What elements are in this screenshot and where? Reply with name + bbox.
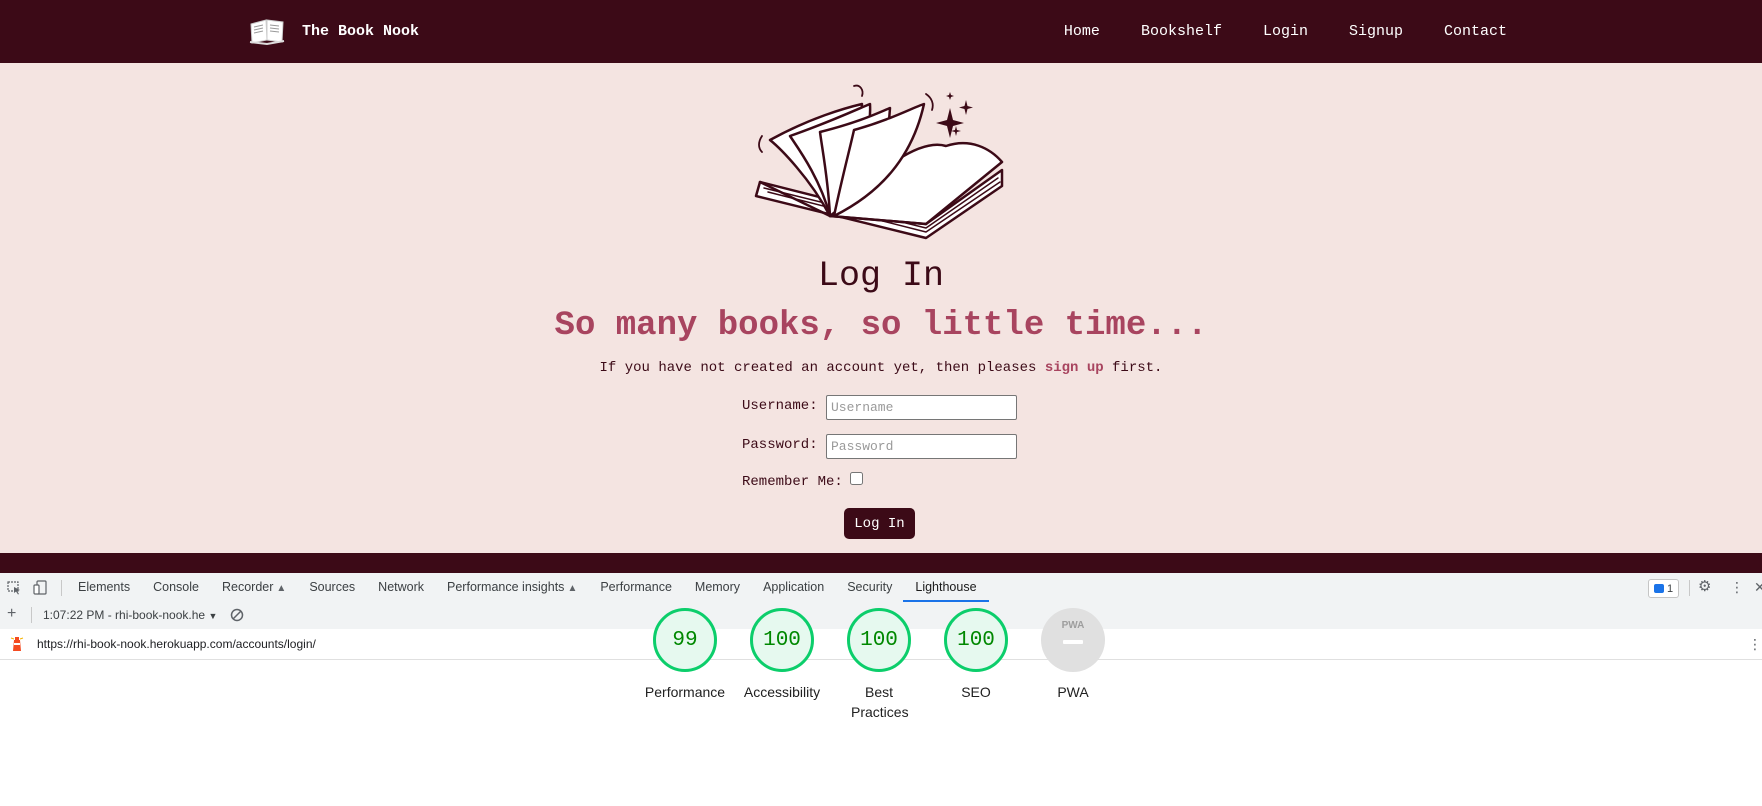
score-gauge-best-practices[interactable]: 100 <box>847 608 911 672</box>
close-devtools-icon[interactable]: ✕ <box>1754 580 1762 594</box>
tab-recorder[interactable]: Recorder ▲ <box>222 573 286 602</box>
site-footer <box>0 553 1762 573</box>
issues-badge[interactable]: 1 <box>1648 579 1680 598</box>
tab-recorder-label: Recorder <box>221 580 274 594</box>
pwa-not-applicable-dash <box>1063 640 1083 644</box>
remember-me-label: Remember Me: <box>742 474 843 490</box>
toolbar-separator <box>31 607 32 623</box>
experiment-flask-icon: ▲ <box>276 583 287 594</box>
more-options-icon[interactable]: ⋮ <box>1730 580 1744 594</box>
score-gauge-performance[interactable]: 99 <box>653 608 717 672</box>
tab-application[interactable]: Application <box>763 573 824 602</box>
tab-lighthouse[interactable]: Lighthouse <box>903 573 989 602</box>
score-label-performance: Performance <box>644 684 726 700</box>
score-label-pwa: PWA <box>1057 684 1089 700</box>
tab-elements[interactable]: Elements <box>78 573 130 602</box>
book-logo-icon <box>249 19 285 46</box>
open-book-illustration <box>754 84 1004 240</box>
brand[interactable]: The Book Nook <box>248 14 419 48</box>
remember-me-checkbox[interactable] <box>850 472 863 485</box>
experiment-flask-icon: ▲ <box>567 583 578 594</box>
tab-sources[interactable]: Sources <box>309 573 355 602</box>
score-label-accessibility: Accessibility <box>743 684 821 700</box>
score-label-best-practices: Best Practices <box>851 684 909 720</box>
issues-count: 1 <box>1667 582 1674 595</box>
tab-network[interactable]: Network <box>378 573 424 602</box>
inspect-element-icon[interactable] <box>7 581 22 597</box>
password-input[interactable] <box>826 434 1017 459</box>
devtools-tabbar: Elements Console Recorder ▲ Sources Netwo… <box>0 573 1762 603</box>
lighthouse-icon <box>10 636 24 654</box>
signup-link[interactable]: sign up <box>1045 360 1104 376</box>
tab-performance[interactable]: Performance <box>600 573 672 602</box>
intro-prefix: If you have not created an account yet, … <box>599 360 1037 376</box>
nav-link-bookshelf[interactable]: Bookshelf <box>1141 23 1222 40</box>
clear-reports-icon[interactable] <box>230 608 244 624</box>
nav-links: Home Bookshelf Login Signup Contact <box>1064 0 1507 63</box>
tagline: So many books, so little time... <box>554 307 1208 345</box>
chevron-down-icon: ▼ <box>208 611 218 621</box>
nav-link-signup[interactable]: Signup <box>1349 23 1403 40</box>
tab-performance-insights-label: Performance insights <box>447 580 565 594</box>
score-circle: 99 <box>653 608 717 672</box>
page-title: Log In <box>817 256 945 296</box>
score-value: 99 <box>672 628 698 652</box>
toolbar-separator <box>61 580 62 596</box>
nav-link-home[interactable]: Home <box>1064 23 1100 40</box>
score-gauge-accessibility[interactable]: 100 <box>750 608 814 672</box>
devtools-tabs: Elements Console Recorder ▲ Sources Netwo… <box>78 573 1000 602</box>
url-more-options-icon[interactable]: ⋮ <box>1748 637 1762 651</box>
login-submit-button[interactable]: Log In <box>844 508 915 539</box>
nav-link-login[interactable]: Login <box>1263 23 1308 40</box>
password-label: Password: <box>742 437 818 453</box>
score-value: 100 <box>860 628 898 652</box>
score-circle: 100 <box>750 608 814 672</box>
report-selector-label: 1:07:22 PM - rhi-book-nook.he <box>43 608 206 622</box>
toolbar-separator <box>1689 580 1690 596</box>
pwa-badge-icon: PWA <box>1061 620 1085 631</box>
tab-memory[interactable]: Memory <box>695 573 740 602</box>
site-navbar: The Book Nook Home Bookshelf Login Signu… <box>0 0 1762 63</box>
nav-link-contact[interactable]: Contact <box>1444 23 1507 40</box>
score-circle: 100 <box>847 608 911 672</box>
new-report-plus-icon[interactable]: + <box>7 606 16 622</box>
username-label: Username: <box>742 398 818 414</box>
score-value: 100 <box>957 628 995 652</box>
device-toolbar-icon[interactable] <box>33 580 47 597</box>
message-bubble-icon <box>1654 584 1664 593</box>
brand-title[interactable]: The Book Nook <box>302 23 419 40</box>
username-input[interactable] <box>826 395 1017 420</box>
audited-url[interactable]: https://rhi-book-nook.herokuapp.com/acco… <box>37 637 316 651</box>
score-gauge-seo[interactable]: 100 <box>944 608 1008 672</box>
score-value: 100 <box>763 628 801 652</box>
tab-security[interactable]: Security <box>847 573 892 602</box>
score-label-seo: SEO <box>961 684 991 700</box>
intro-suffix: first. <box>1112 360 1163 376</box>
intro-text: If you have not created an account yet, … <box>0 360 1762 376</box>
settings-gear-icon[interactable]: ⚙ <box>1698 579 1711 594</box>
score-circle: 100 <box>944 608 1008 672</box>
report-selector[interactable]: 1:07:22 PM - rhi-book-nook.he ▼ <box>43 608 217 622</box>
tab-console[interactable]: Console <box>153 573 199 602</box>
tab-performance-insights[interactable]: Performance insights ▲ <box>447 573 577 602</box>
